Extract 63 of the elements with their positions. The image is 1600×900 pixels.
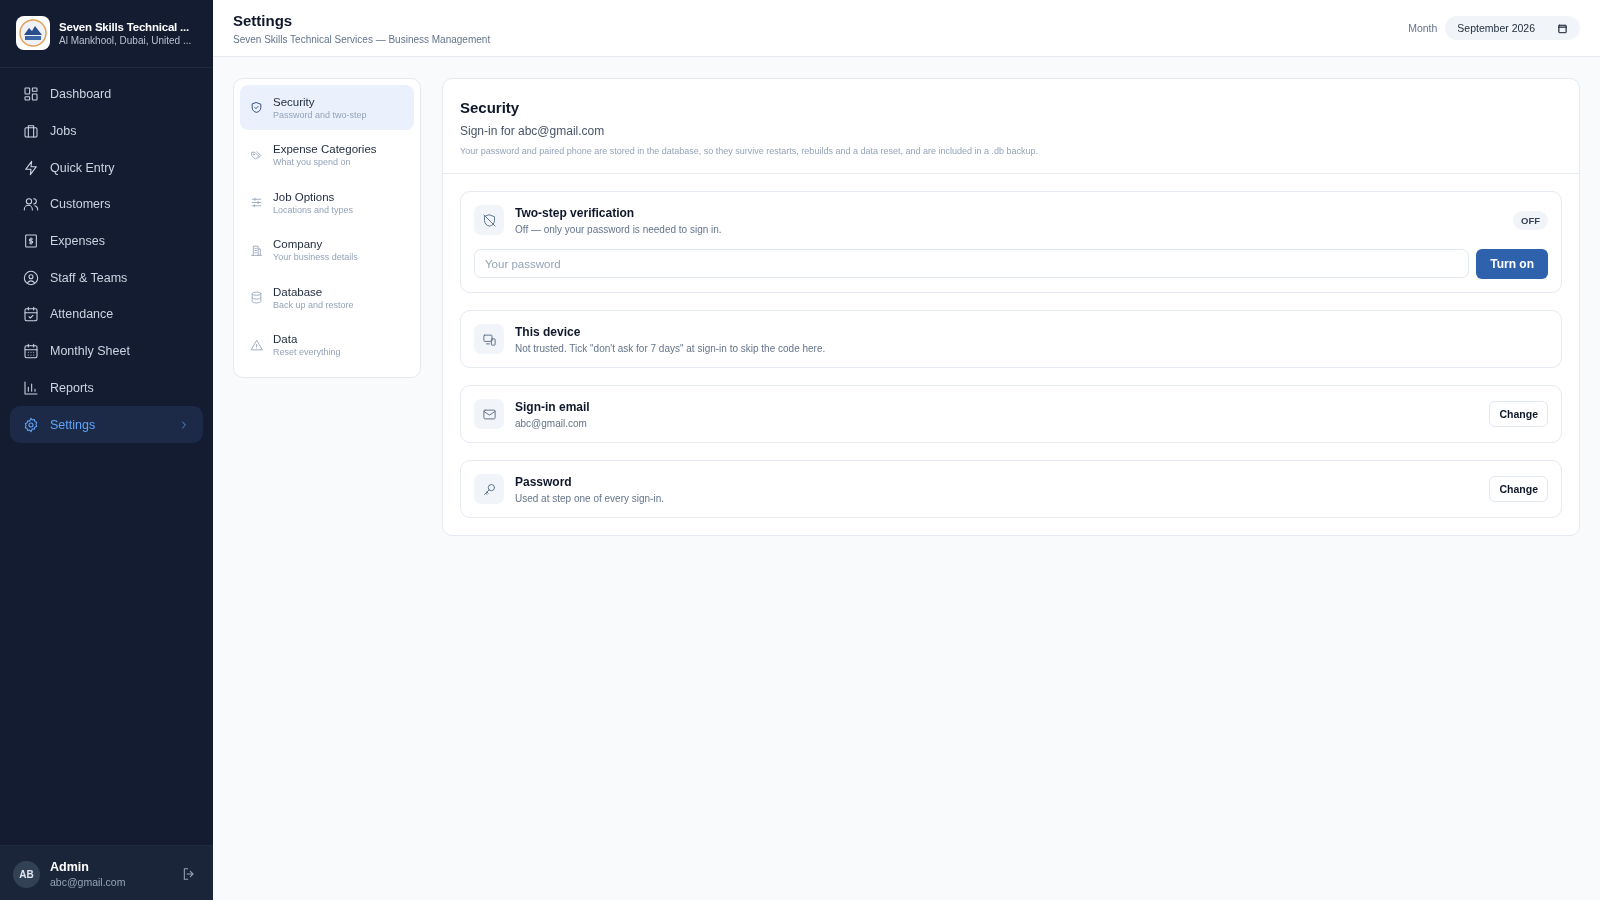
- settings-nav-item[interactable]: Data Reset everything: [240, 322, 414, 368]
- settings-nav-item[interactable]: Company Your business details: [240, 227, 414, 273]
- change-button[interactable]: Change: [1489, 401, 1548, 427]
- settings-nav-item[interactable]: Database Back up and restore: [240, 275, 414, 321]
- mail-icon: [481, 406, 497, 422]
- settings-nav-item[interactable]: Expense Categories What you spend on: [240, 132, 414, 178]
- panel-subtitle: Sign-in for abc@gmail.com: [460, 124, 606, 138]
- user-circle-icon: [23, 269, 39, 286]
- company-name: Seven Skills Technical ...: [59, 20, 191, 33]
- briefcase-icon: [23, 123, 39, 140]
- turn-on-button[interactable]: Turn on: [1476, 249, 1548, 279]
- sidebar-item[interactable]: Expenses: [10, 222, 203, 260]
- devices-icon: [481, 331, 497, 347]
- grid-icon: [23, 86, 39, 103]
- page-title: Settings: [233, 11, 294, 29]
- sidebar-item[interactable]: Reports: [10, 369, 203, 407]
- sidebar-item[interactable]: Staff & Teams: [10, 259, 203, 297]
- database-icon: [250, 291, 263, 305]
- settings-nav-item[interactable]: Security Password and two-step: [240, 85, 414, 130]
- panel-title: Security: [460, 99, 521, 116]
- bar-chart-icon: [23, 379, 39, 396]
- building-icon: [250, 243, 263, 257]
- user-avatar: AB: [13, 860, 40, 888]
- sidebar-item[interactable]: Settings: [10, 406, 203, 443]
- settings-nav-item[interactable]: Job Options Locations and types: [240, 180, 414, 226]
- card-description: Not trusted. Tick "don't ask for 7 days" at sign-in to skip the code here.: [515, 342, 827, 354]
- receipt-icon: [23, 233, 39, 250]
- sidebar-item[interactable]: Attendance: [10, 296, 203, 333]
- page-subtitle: Seven Skills Technical Services — Business Management: [233, 33, 492, 45]
- tags-icon: [250, 148, 263, 162]
- panel-note: Your password and paired phone are stored in the database, so they survive restarts, rebuilds and a data reset, and are included in a .db backup.: [460, 146, 1040, 156]
- card-description: abc@gmail.com: [515, 417, 588, 429]
- user-email: abc@gmail.com: [50, 876, 127, 888]
- calendar-check-icon: [23, 306, 39, 323]
- calendar-icon: [23, 343, 39, 360]
- card-title: Password: [515, 474, 573, 489]
- users-icon: [23, 196, 39, 213]
- company-logo-icon: [16, 16, 50, 50]
- card-title: Sign-in email: [515, 399, 591, 414]
- settings-icon: [23, 416, 39, 433]
- calendar-icon: [1557, 22, 1568, 34]
- warning-icon: [250, 338, 263, 352]
- shield-check-icon: [250, 101, 263, 114]
- status-badge: OFF: [1513, 210, 1548, 230]
- month-label: Month: [1408, 22, 1438, 34]
- sidebar-item[interactable]: Monthly Sheet: [10, 332, 203, 370]
- card-title: This device: [515, 324, 582, 339]
- sidebar-item[interactable]: Dashboard: [10, 76, 203, 113]
- shield-off-icon: [481, 212, 497, 228]
- month-picker[interactable]: September 2026: [1445, 16, 1580, 40]
- user-name: Admin: [50, 860, 90, 874]
- card-description: Used at step one of every sign-in.: [515, 492, 665, 504]
- card-description: Off — only your password is needed to sign in.: [515, 223, 723, 235]
- company-location: Al Mankhool, Dubai, United ...: [59, 34, 192, 46]
- sidebar-item[interactable]: Jobs: [10, 112, 203, 150]
- card-title: Two-step verification: [515, 205, 636, 220]
- change-button[interactable]: Change: [1489, 476, 1548, 502]
- key-icon: [481, 481, 497, 497]
- sliders-icon: [250, 196, 263, 210]
- password-field[interactable]: Your password: [474, 249, 1470, 278]
- sidebar-item[interactable]: Customers: [10, 186, 203, 223]
- sidebar-item[interactable]: Quick Entry: [10, 149, 203, 187]
- lightning-icon: [23, 159, 39, 176]
